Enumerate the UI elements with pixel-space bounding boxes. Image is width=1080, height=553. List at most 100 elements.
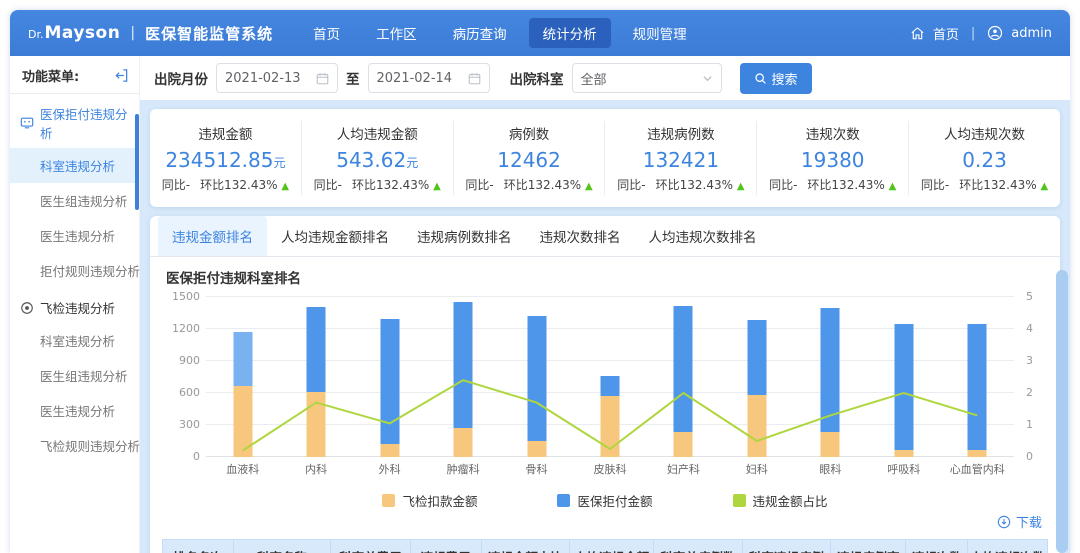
search-button-label: 搜索 bbox=[771, 72, 798, 88]
x-axis-label: 妇产科 bbox=[666, 463, 700, 476]
dept-select-value: 全部 bbox=[580, 72, 607, 88]
sidebar-scrollbar-thumb[interactable] bbox=[135, 114, 139, 210]
tab-percapita-amount-rank[interactable]: 人均违规金额排名 bbox=[267, 216, 403, 256]
calendar-icon bbox=[468, 72, 481, 85]
date-to-input[interactable]: 2021-02-14 bbox=[367, 63, 490, 93]
logo-prefix: Dr. bbox=[28, 28, 44, 41]
stat-yoy: 同比- bbox=[313, 178, 342, 192]
chart-x-axis-labels: 血液科 内科 外科 肿瘤科 骨科 皮肤科 妇产科 妇科 眼科 呼吸科 心血管内科 bbox=[206, 461, 1014, 481]
sidebar-item-fc-rule-violation[interactable]: 飞检规则违规分析 bbox=[10, 428, 140, 463]
stat-yoy: 同比- bbox=[769, 178, 798, 192]
right-axis-tick: 4 bbox=[1026, 322, 1033, 335]
stat-mom: 环比132.43% bbox=[503, 178, 582, 192]
tab-amount-rank[interactable]: 违规金额排名 bbox=[158, 216, 267, 256]
stat-percapita-amount: 人均违规金额 543.62元 同比- 环比132.43% ▲ bbox=[302, 121, 454, 195]
chart-title: 医保拒付违规科室排名 bbox=[166, 271, 301, 287]
sidebar-item-rejectrule-violation[interactable]: 拒付规则违规分析 bbox=[10, 253, 140, 288]
stats-card-row: 违规金额 234512.85元 同比- 环比132.43% ▲ 人均违规金额 54… bbox=[150, 109, 1060, 207]
blue-swatch-icon bbox=[557, 494, 571, 507]
date-from-input[interactable]: 2021-02-13 bbox=[216, 63, 338, 93]
nav-item-records[interactable]: 病历查询 bbox=[439, 18, 521, 48]
sidebar-item-fc-doctor-violation[interactable]: 医生违规分析 bbox=[10, 393, 139, 428]
collapse-sidebar-icon[interactable] bbox=[114, 68, 129, 83]
col-dept-case-count[interactable]: 科室总病例数 bbox=[653, 539, 743, 553]
sidebar-group-flycheck[interactable]: 飞检违规分析 bbox=[10, 288, 139, 323]
dept-select[interactable]: 全部 bbox=[571, 63, 722, 93]
legend-flycheck-deduction[interactable]: 飞检扣款金额 bbox=[382, 491, 477, 510]
header-separator: | bbox=[970, 25, 976, 41]
stat-value: 0.23 bbox=[962, 148, 1007, 172]
sidebar-item-dept-violation[interactable]: 科室违规分析 bbox=[10, 148, 139, 183]
col-violation-times[interactable]: 违规次数 bbox=[905, 539, 969, 553]
date-to-value: 2021-02-14 bbox=[376, 70, 453, 86]
ranking-table: 排名名次 科室名称 科室总费用 违规费用 违规金额占比 人均违规金额 科室总病例… bbox=[162, 539, 1048, 553]
x-axis-label: 内科 bbox=[305, 463, 328, 476]
right-axis-tick: 0 bbox=[1026, 450, 1033, 463]
sidebar-group-label: 医保拒付违规分析 bbox=[40, 107, 128, 141]
home-icon[interactable] bbox=[910, 26, 925, 41]
nav-item-rules[interactable]: 规则管理 bbox=[619, 18, 701, 48]
x-axis-label: 外科 bbox=[378, 463, 401, 476]
download-link[interactable]: 下载 bbox=[997, 512, 1042, 531]
legend-violation-ratio[interactable]: 违规金额占比 bbox=[732, 491, 828, 510]
up-triangle-icon: ▲ bbox=[736, 181, 745, 192]
nav-item-statistics[interactable]: 统计分析 bbox=[528, 18, 611, 48]
date-to-label: 至 bbox=[346, 72, 360, 88]
sidebar-group-label: 飞检违规分析 bbox=[40, 301, 116, 316]
download-icon bbox=[997, 515, 1011, 529]
col-dept-violation-case[interactable]: 科室违规病例 bbox=[741, 539, 832, 553]
stat-percapita-times: 人均违规次数 0.23 同比- 环比132.43% ▲ bbox=[909, 121, 1060, 195]
x-axis-label: 血液科 bbox=[226, 463, 260, 476]
sidebar-group-rejection[interactable]: 医保拒付违规分析 bbox=[10, 94, 139, 148]
right-axis-tick: 3 bbox=[1026, 354, 1033, 367]
stat-value: 543.62 bbox=[336, 148, 407, 172]
right-axis-tick: 1 bbox=[1026, 418, 1033, 431]
violation-ratio-line bbox=[206, 297, 1014, 457]
legend-label: 违规金额占比 bbox=[752, 494, 828, 509]
ranking-panel: 违规金额排名 人均违规金额排名 违规病例数排名 违规次数排名 人均违规次数排名 … bbox=[150, 216, 1060, 553]
col-percapita-amount[interactable]: 人均违规金额 bbox=[569, 539, 655, 553]
col-percapita-times[interactable]: 人均违规次数 bbox=[967, 539, 1048, 553]
stat-title: 违规病例数 bbox=[647, 127, 715, 143]
sidebar-item-doctor-violation[interactable]: 医生违规分析 bbox=[10, 218, 139, 253]
col-violation-case-rate[interactable]: 违规病例率 bbox=[830, 539, 907, 553]
stat-title: 违规次数 bbox=[805, 127, 860, 143]
stat-value: 19380 bbox=[800, 148, 865, 172]
col-dept-total-fee[interactable]: 科室总费用 bbox=[330, 539, 411, 553]
stat-title: 违规金额 bbox=[198, 127, 253, 143]
col-violation-ratio[interactable]: 违规金额占比 bbox=[480, 539, 571, 553]
sidebar-item-fc-doctorgroup-violation[interactable]: 医生组违规分析 bbox=[10, 358, 139, 393]
stat-unit: 元 bbox=[273, 156, 286, 170]
tab-case-rank[interactable]: 违规病例数排名 bbox=[403, 216, 526, 256]
user-icon[interactable] bbox=[987, 25, 1003, 41]
header-home-link[interactable]: 首页 bbox=[933, 24, 959, 43]
nav-item-workspace[interactable]: 工作区 bbox=[362, 18, 431, 48]
left-axis-tick: 300 bbox=[179, 418, 200, 431]
tab-times-rank[interactable]: 违规次数排名 bbox=[526, 216, 635, 256]
col-violation-fee[interactable]: 违规费用 bbox=[409, 539, 482, 553]
col-rank[interactable]: 排名名次 bbox=[162, 539, 234, 553]
orange-swatch-icon bbox=[382, 494, 396, 507]
sidebar-item-fc-dept-violation[interactable]: 科室违规分析 bbox=[10, 323, 139, 358]
stat-mom: 环比132.43% bbox=[807, 178, 885, 192]
legend-insurance-rejection[interactable]: 医保拒付金额 bbox=[557, 491, 653, 510]
search-button[interactable]: 搜索 bbox=[739, 62, 812, 94]
top-header: Dr. Mayson | 医保智能监管系统 首页 工作区 病历查询 统计分析 规… bbox=[10, 10, 1070, 56]
green-swatch-icon bbox=[732, 494, 746, 507]
table-header-row: 排名名次 科室名称 科室总费用 违规费用 违规金额占比 人均违规金额 科室总病例… bbox=[162, 539, 1048, 553]
username[interactable]: admin bbox=[1011, 26, 1052, 41]
x-axis-label: 眼科 bbox=[819, 463, 842, 476]
sidebar-item-doctorgroup-violation[interactable]: 医生组违规分析 bbox=[10, 183, 139, 218]
nav-item-home[interactable]: 首页 bbox=[299, 18, 354, 48]
main-scrollbar-thumb[interactable] bbox=[1056, 270, 1068, 553]
up-triangle-icon: ▲ bbox=[281, 181, 290, 192]
record-icon bbox=[20, 301, 34, 315]
left-axis-tick: 0 bbox=[193, 450, 200, 463]
stat-title: 病例数 bbox=[508, 127, 550, 143]
date-from-value: 2021-02-13 bbox=[225, 70, 301, 86]
col-dept-name[interactable]: 科室名称 bbox=[232, 539, 332, 553]
tab-percapita-times-rank[interactable]: 人均违规次数排名 bbox=[635, 216, 771, 256]
stat-violation-case-count: 违规病例数 132421 同比- 环比132.43% ▲ bbox=[605, 121, 758, 195]
department-ranking-chart: 血液科 内科 外科 肿瘤科 骨科 皮肤科 妇产科 妇科 眼科 呼吸科 心血管内科 0 300 600 90… bbox=[162, 289, 1048, 481]
monitor-icon bbox=[20, 116, 34, 130]
